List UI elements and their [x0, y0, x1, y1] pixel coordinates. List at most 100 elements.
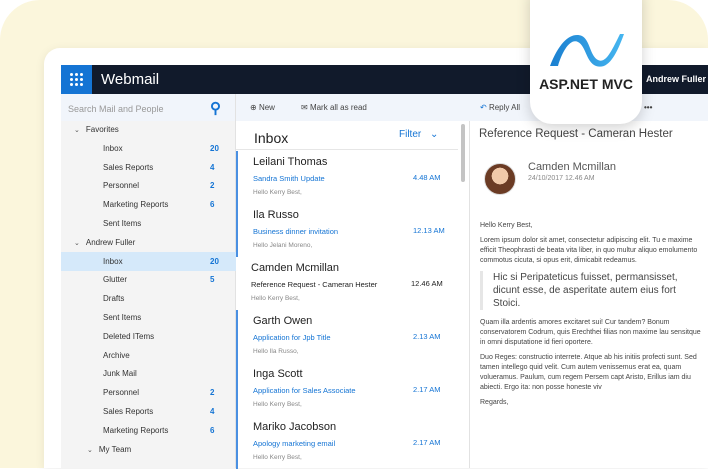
- sidebar-item[interactable]: Junk Mail: [61, 364, 236, 383]
- time: 4.48 AM: [413, 173, 441, 182]
- chevron-down-icon: ⌄: [87, 446, 93, 454]
- app-launcher-icon[interactable]: [61, 65, 92, 94]
- time: 12.46 AM: [411, 279, 443, 288]
- email-body: Hello Kerry Best, Lorem ipsum dolor sit …: [480, 221, 702, 413]
- unread-count: 4: [210, 407, 215, 416]
- sidebar-item[interactable]: Personnel 2: [61, 383, 236, 402]
- scrollbar[interactable]: [461, 124, 465, 182]
- sidebar-item[interactable]: Archive: [61, 346, 236, 365]
- sidebar-group[interactable]: ⌄ Favorites: [61, 120, 236, 139]
- mark-all-read-button[interactable]: ✉ Mark all as read: [301, 103, 367, 112]
- webmail-app: Webmail Andrew Fuller Search Mail and Pe…: [61, 65, 708, 469]
- sidebar-item[interactable]: Marketing Reports 6: [61, 421, 236, 440]
- list-item[interactable]: Garth Owen Application for Jpb Title 2.13 …: [236, 310, 458, 363]
- list-item[interactable]: Mariko Jacobson Apology marketing email 2.…: [236, 416, 458, 469]
- subject: Business dinner invitation: [253, 227, 339, 236]
- time: 2.17 AM: [413, 438, 441, 447]
- chevron-down-icon: ⌄: [74, 127, 80, 134]
- sidebar-item-label: Sales Reports: [103, 407, 154, 416]
- sidebar-group[interactable]: ⌄ Andrew Fuller: [61, 233, 236, 252]
- sidebar-item[interactable]: Sent Items: [61, 214, 236, 233]
- sidebar-item[interactable]: Sales Reports 4: [61, 402, 236, 421]
- unread-count: 20: [210, 256, 219, 266]
- paragraph-3: Duo Reges: constructio interrete. Atque …: [480, 354, 697, 391]
- unread-count: 2: [210, 388, 215, 398]
- sidebar-item-label: Sent Items: [103, 313, 142, 322]
- preview: Hello Ila Russo,: [253, 348, 299, 355]
- search-input[interactable]: Search Mail and People: [68, 104, 164, 114]
- plus-circle-icon: ⊕: [250, 103, 257, 112]
- sidebar-item[interactable]: Sales Reports 4: [61, 158, 236, 177]
- sidebar-item-label: Inbox: [103, 256, 123, 266]
- sender-name: Camden Mcmillan: [528, 161, 617, 173]
- sidebar-item-label: Archive: [103, 350, 130, 360]
- preview: Hello Kerry Best,: [253, 454, 302, 461]
- sender: Mariko Jacobson: [253, 421, 337, 433]
- sidebar-item[interactable]: Inbox 20: [61, 139, 236, 158]
- sender: Garth Owen: [253, 315, 313, 327]
- search-box[interactable]: Search Mail and People ⚲: [61, 94, 235, 121]
- sender: Inga Scott: [253, 368, 303, 380]
- sender: Leilani Thomas: [253, 156, 328, 168]
- email-subject: Reference Request - Cameran Hester: [479, 128, 673, 140]
- subject: Apology marketing email: [253, 439, 336, 448]
- sidebar: Search Mail and People ⚲ ⌄ Favorites Inbox…: [61, 94, 236, 468]
- paragraph-1: Lorem ipsum dolor sit amet, consectetur …: [480, 237, 698, 264]
- sender: Camden Mcmillan: [251, 262, 340, 274]
- unread-count: 6: [210, 200, 215, 210]
- sender: Ila Russo: [253, 209, 299, 221]
- unread-count: 2: [210, 181, 215, 191]
- sidebar-item-label: Junk Mail: [103, 369, 137, 379]
- search-icon[interactable]: ⚲: [210, 99, 221, 117]
- unread-count: 6: [210, 425, 215, 435]
- app-title: Webmail: [101, 71, 160, 88]
- sidebar-item-label: Marketing Reports: [103, 200, 169, 210]
- new-button[interactable]: ⊕ New: [250, 103, 275, 112]
- sidebar-item[interactable]: Sent Items: [61, 308, 236, 327]
- reading-pane: Reference Request - Cameran Hester Camde…: [470, 121, 708, 468]
- blockquote: Hic si Peripateticus fuisset, permansiss…: [480, 271, 702, 310]
- aspnet-logo-icon: [550, 34, 624, 67]
- sidebar-item[interactable]: Personnel 2: [61, 176, 236, 195]
- filter-button[interactable]: Filter ⌄: [399, 129, 438, 140]
- chevron-down-icon: ⌄: [74, 239, 80, 247]
- message-list: Inbox Filter ⌄ Leilani Thomas Sandra Smit…: [236, 121, 470, 469]
- list-item[interactable]: Leilani Thomas Sandra Smith Update 4.48 AM…: [236, 151, 458, 204]
- sidebar-group[interactable]: ⌄ My Team: [61, 440, 236, 459]
- unread-count: 20: [210, 143, 219, 153]
- closing: Regards,: [480, 399, 509, 406]
- preview: Hello Jelani Moreno,: [253, 242, 313, 249]
- preview: Hello Kerry Best,: [251, 295, 300, 302]
- sidebar-item-label: Personnel: [103, 181, 140, 191]
- sidebar-item[interactable]: Drafts: [61, 289, 236, 308]
- paragraph-2: Quam illa ardentis amores excitaret sui!…: [480, 319, 701, 346]
- sidebar-item-label: Marketing Reports: [103, 425, 169, 435]
- sidebar-item[interactable]: Marketing Reports 6: [61, 195, 236, 214]
- divider: [236, 149, 458, 150]
- sidebar-item-label: Personnel: [103, 388, 140, 398]
- sidebar-item-label: Inbox: [103, 143, 123, 153]
- subject: Application for Sales Associate: [253, 386, 356, 395]
- envelope-open-icon: ✉: [301, 103, 308, 112]
- preview: Hello Kerry Best,: [253, 401, 302, 408]
- time: 2.17 AM: [413, 385, 441, 394]
- email-date: 24/10/2017 12.46 AM: [528, 175, 595, 182]
- logo-text: ASP.NET MVC: [539, 76, 633, 92]
- sidebar-item-label: Sales Reports: [103, 162, 154, 172]
- sidebar-item[interactable]: Inbox 20: [61, 251, 236, 271]
- sidebar-item[interactable]: Deleted ITems: [61, 327, 236, 346]
- time: 2.13 AM: [413, 332, 441, 341]
- reply-all-button[interactable]: ↶ Reply All: [480, 103, 520, 112]
- preview: Hello Kerry Best,: [253, 189, 302, 196]
- chevron-down-icon: ⌄: [430, 129, 439, 140]
- list-item[interactable]: Inga Scott Application for Sales Associat…: [236, 363, 458, 416]
- sidebar-item-label: Sent Items: [103, 219, 142, 228]
- user-name[interactable]: Andrew Fuller: [646, 74, 706, 84]
- sidebar-item[interactable]: Glutter 5: [61, 270, 236, 289]
- time: 12.13 AM: [413, 226, 445, 235]
- reply-all-icon: ↶: [480, 103, 487, 112]
- list-item[interactable]: Camden Mcmillan Reference Request - Camer…: [236, 257, 458, 310]
- more-button[interactable]: •••: [644, 103, 652, 112]
- list-item[interactable]: Ila Russo Business dinner invitation 12.13…: [236, 204, 458, 257]
- greeting: Hello Kerry Best,: [480, 222, 533, 229]
